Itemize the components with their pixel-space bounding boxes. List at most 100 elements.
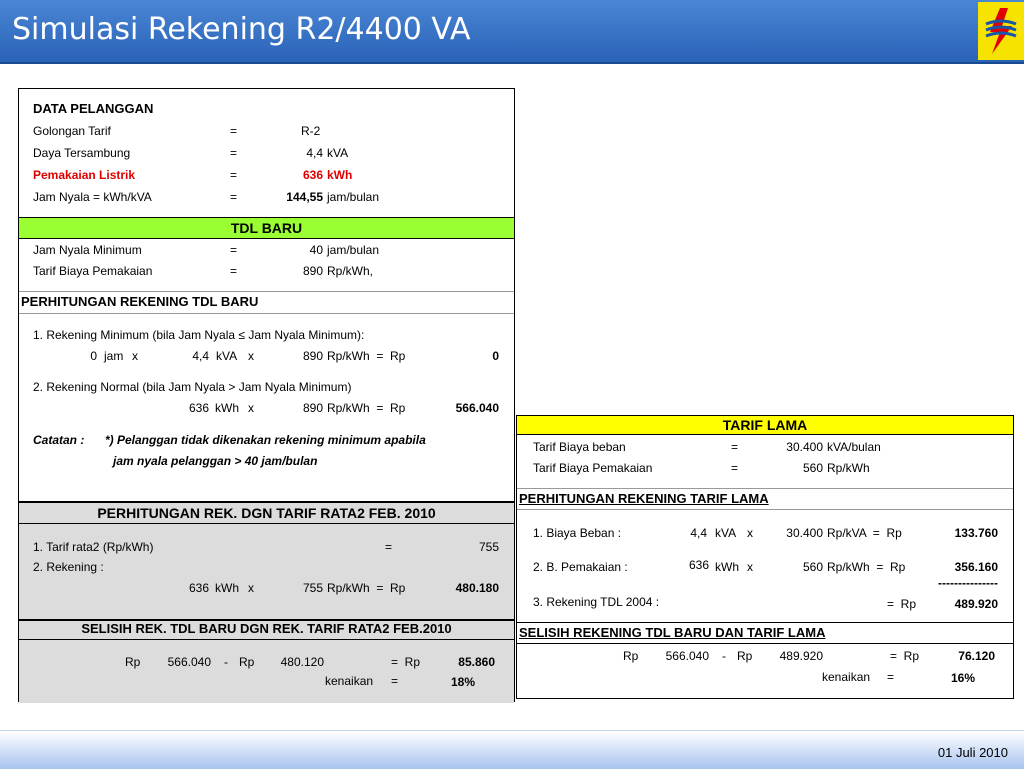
selisih-lama-kenaikan-label: kenaikan	[822, 670, 871, 684]
rekening-rata2-tarif-unit: Rp/kWh = Rp	[327, 581, 406, 595]
selisih-baru-v2: 480.120	[280, 655, 324, 669]
biaya-beban-x: x	[747, 526, 753, 540]
rekening-minimum-x1: x	[132, 349, 138, 363]
perhitungan-tdl-baru-heading: PERHITUNGAN REKENING TDL BARU	[21, 294, 259, 309]
tarif-rata2-label: 1. Tarif rata2 (Rp/kWh)	[33, 540, 154, 554]
rekening-rata2-label: 2. Rekening :	[33, 560, 104, 574]
rekening-tdl-2004-result: 489.920	[954, 597, 998, 611]
catatan-label: Catatan :	[33, 433, 85, 447]
footer-bar: 01 Juli 2010	[0, 730, 1024, 769]
rekening-normal-result: 566.040	[455, 401, 499, 415]
daya-tersambung-eq: =	[230, 146, 238, 160]
rekening-minimum-kva: 4,4	[192, 349, 209, 363]
sum-divider: ---------------	[938, 576, 998, 590]
rekening-rata2-result: 480.180	[455, 581, 499, 595]
biaya-beban-kva-unit: kVA	[715, 526, 737, 540]
b-pemakaian-tarif: 560	[802, 560, 823, 574]
jam-nyala-minimum-value: 40	[309, 243, 323, 257]
tarif-biaya-beban-eq: =	[731, 440, 739, 454]
selisih-lama-rp1: Rp	[623, 649, 639, 663]
b-pemakaian-kwh: 636	[688, 558, 709, 572]
selisih-lama-kenaikan-eq: =	[887, 670, 895, 684]
b-pemakaian-result: 356.160	[954, 560, 998, 574]
pemakaian-listrik-value: 636	[302, 168, 323, 182]
selisih-lama-minus: -	[722, 649, 726, 663]
pln-logo	[978, 2, 1024, 60]
slide-title: Simulasi Rekening R2/4400 VA	[12, 12, 471, 47]
data-pelanggan-heading: DATA PELANGGAN	[33, 101, 154, 116]
selisih-lama-rp2: Rp	[737, 649, 753, 663]
jam-nyala-minimum-label: Jam Nyala Minimum	[33, 243, 142, 257]
rekening-normal-tarif: 890	[302, 401, 323, 415]
selisih-baru-minus: -	[224, 655, 228, 669]
rekening-rata2-kwh-unit: kWh	[215, 581, 239, 595]
rekening-tdl-2004-label: 3. Rekening TDL 2004 :	[533, 595, 660, 609]
b-pemakaian-x: x	[747, 560, 753, 574]
jam-nyala-label: Jam Nyala = kWh/kVA	[33, 190, 152, 204]
pemakaian-listrik-label: Pemakaian Listrik	[33, 168, 136, 182]
biaya-beban-result: 133.760	[954, 526, 998, 540]
rekening-minimum-tarif: 890	[302, 349, 323, 363]
selisih-baru-result: 85.860	[458, 655, 495, 669]
tarif-lama-heading: TARIF LAMA	[517, 416, 1013, 435]
rekening-rata2-kwh: 636	[188, 581, 209, 595]
b-pemakaian-label: 2. B. Pemakaian :	[533, 560, 628, 574]
selisih-lama-kenaikan-value: 16%	[951, 671, 976, 685]
tdl-baru-heading: TDL BARU	[19, 217, 514, 239]
tarif-rata2-eq: =	[385, 540, 393, 554]
rekening-normal-kwh: 636	[188, 401, 209, 415]
rekening-normal-tarif-unit: Rp/kWh = Rp	[327, 401, 406, 415]
biaya-beban-kva: 4,4	[690, 526, 707, 540]
tarif-rata2-value: 755	[478, 540, 499, 554]
tarif-biaya-pemakaian-unit: Rp/kWh,	[327, 264, 374, 278]
selisih-lama-v2: 489.920	[779, 649, 823, 663]
biaya-beban-label: 1. Biaya Beban :	[533, 526, 622, 540]
catatan-line-1: *) Pelanggan tidak dikenakan rekening mi…	[105, 433, 426, 447]
golongan-tarif-eq: =	[230, 124, 238, 138]
b-pemakaian-tarif-unit: Rp/kWh = Rp	[827, 560, 906, 574]
tarif-biaya-pemakaian-lama-eq: =	[731, 461, 739, 475]
selisih-lama-eq: = Rp	[890, 649, 920, 663]
pemakaian-listrik-unit: kWh	[327, 168, 353, 182]
b-pemakaian-kwh-unit: kWh	[715, 560, 739, 574]
rekening-normal-label: 2. Rekening Normal (bila Jam Nyala > Jam…	[33, 380, 352, 394]
jam-nyala-eq: =	[230, 190, 238, 204]
jam-nyala-minimum-eq: =	[230, 243, 238, 257]
rekening-minimum-label: 1. Rekening Minimum (bila Jam Nyala ≤ Ja…	[33, 328, 365, 342]
rekening-minimum-tarif-unit: Rp/kWh = Rp	[327, 349, 406, 363]
selisih-lama-v1: 566.040	[665, 649, 709, 663]
golongan-tarif-value: R-2	[301, 124, 321, 138]
golongan-tarif-label: Golongan Tarif	[33, 124, 111, 138]
perhitungan-tarif-lama-heading: PERHITUNGAN REKENING TARIF LAMA	[519, 491, 769, 506]
title-bar: Simulasi Rekening R2/4400 VA	[0, 0, 1024, 64]
rekening-rata2-tarif: 755	[302, 581, 323, 595]
daya-tersambung-unit: kVA	[327, 146, 349, 160]
jam-nyala-unit: jam/bulan	[327, 190, 380, 204]
selisih-lama-heading: SELISIH REKENING TDL BARU DAN TARIF LAMA	[519, 625, 826, 640]
tarif-biaya-beban-unit: kVA/bulan	[827, 440, 881, 454]
left-panel: DATA PELANGGAN Golongan Tarif = R-2 Daya…	[18, 88, 515, 703]
selisih-baru-heading: SELISIH REK. TDL BARU DGN REK. TARIF RAT…	[19, 619, 514, 640]
selisih-baru-v1: 566.040	[167, 655, 211, 669]
tarif-biaya-pemakaian-label: Tarif Biaya Pemakaian	[33, 264, 153, 278]
rata2-heading: PERHITUNGAN REK. DGN TARIF RATA2 FEB. 20…	[19, 503, 514, 524]
tarif-biaya-beban-label: Tarif Biaya beban	[533, 440, 626, 454]
catatan-line-2: jam nyala pelanggan > 40 jam/bulan	[113, 454, 318, 468]
rekening-normal-kwh-unit: kWh	[215, 401, 239, 415]
tarif-biaya-pemakaian-lama-label: Tarif Biaya Pemakaian	[533, 461, 653, 475]
selisih-baru-kenaikan-eq: =	[391, 674, 399, 688]
rekening-normal-x: x	[248, 401, 254, 415]
selisih-baru-eq: = Rp	[391, 655, 421, 669]
selisih-baru-kenaikan-value: 18%	[451, 675, 476, 689]
rekening-minimum-kva-unit: kVA	[216, 349, 238, 363]
tarif-biaya-beban-value: 30.400	[786, 440, 823, 454]
tarif-biaya-pemakaian-lama-value: 560	[802, 461, 823, 475]
tarif-biaya-pemakaian-value: 890	[302, 264, 323, 278]
tarif-biaya-pemakaian-eq: =	[230, 264, 238, 278]
jam-nyala-value: 144,55	[286, 190, 323, 204]
daya-tersambung-value: 4,4	[306, 146, 323, 160]
rekening-rata2-x: x	[248, 581, 254, 595]
selisih-lama-result: 76.120	[958, 649, 995, 663]
daya-tersambung-label: Daya Tersambung	[33, 146, 131, 160]
biaya-beban-tarif: 30.400	[786, 526, 823, 540]
